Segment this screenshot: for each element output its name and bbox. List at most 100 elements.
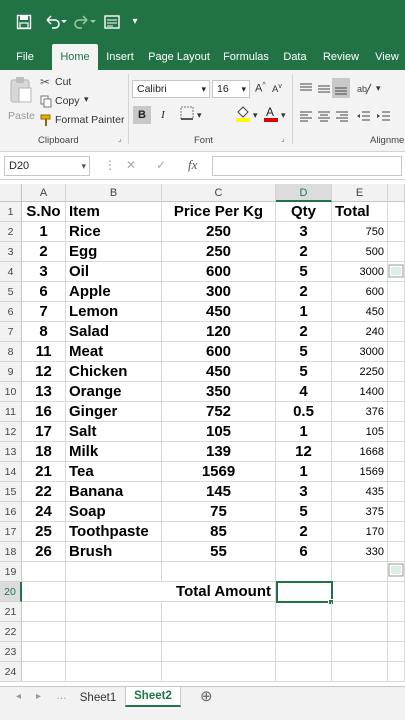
row-header[interactable]: 9 — [0, 362, 22, 382]
qty-cell[interactable]: 5 — [276, 342, 332, 362]
sno-cell[interactable]: 6 — [22, 282, 66, 302]
sno-cell[interactable]: 1 — [22, 222, 66, 242]
add-sheet-icon[interactable]: ⊕ — [200, 687, 213, 705]
cell[interactable] — [388, 242, 405, 262]
row-header[interactable]: 14 — [0, 462, 22, 482]
cell[interactable] — [162, 602, 276, 622]
price-cell[interactable]: 250 — [162, 242, 276, 262]
cell[interactable] — [332, 642, 388, 662]
tab-view[interactable]: View — [370, 44, 404, 70]
price-cell[interactable]: 450 — [162, 302, 276, 322]
undo-icon[interactable] — [44, 14, 68, 30]
more-icon[interactable]: … — [56, 690, 67, 702]
orientation-icon[interactable]: ab — [356, 80, 372, 101]
align-left-icon[interactable] — [298, 110, 314, 128]
cell[interactable] — [162, 622, 276, 642]
row-header[interactable]: 10 — [0, 382, 22, 402]
price-cell[interactable]: 600 — [162, 262, 276, 282]
cell[interactable] — [388, 642, 405, 662]
cell[interactable] — [388, 222, 405, 242]
total-cell[interactable]: 600 — [332, 282, 388, 302]
name-box[interactable]: D20 ▾ — [4, 156, 90, 176]
qty-cell[interactable]: 0.5 — [276, 402, 332, 422]
qty-cell[interactable]: 12 — [276, 442, 332, 462]
total-cell[interactable]: 750 — [332, 222, 388, 242]
cell[interactable] — [22, 562, 66, 582]
cut-button[interactable]: ✂ Cut — [40, 75, 100, 91]
row-header[interactable]: 3 — [0, 242, 22, 262]
sno-cell[interactable]: 7 — [22, 302, 66, 322]
total-cell[interactable]: 240 — [332, 322, 388, 342]
qty-cell[interactable]: 3 — [276, 482, 332, 502]
cell[interactable] — [66, 622, 162, 642]
row-header[interactable]: 23 — [0, 642, 22, 662]
cell[interactable] — [388, 582, 405, 602]
column-title-qty[interactable]: Qty — [276, 202, 332, 222]
cell[interactable] — [388, 302, 405, 322]
cell[interactable] — [388, 602, 405, 622]
total-cell[interactable]: 1569 — [332, 462, 388, 482]
total-cell[interactable]: 375 — [332, 502, 388, 522]
scroll-left-icon[interactable]: ◂ — [16, 691, 21, 702]
price-cell[interactable]: 85 — [162, 522, 276, 542]
total-cell[interactable]: 376 — [332, 402, 388, 422]
qty-cell[interactable]: 1 — [276, 422, 332, 442]
format-painter-button[interactable]: Format Painter — [40, 113, 126, 129]
item-cell[interactable]: Toothpaste — [66, 522, 162, 542]
sno-cell[interactable]: 8 — [22, 322, 66, 342]
tab-home[interactable]: Home — [52, 44, 98, 70]
cell[interactable] — [162, 562, 276, 582]
sno-cell[interactable]: 3 — [22, 262, 66, 282]
column-title-sno[interactable]: S.No — [22, 202, 66, 222]
item-cell[interactable]: Brush — [66, 542, 162, 562]
total-cell[interactable]: 450 — [332, 302, 388, 322]
column-header-b[interactable]: B — [66, 184, 162, 202]
decrease-indent-icon[interactable] — [356, 110, 372, 128]
fill-color-icon[interactable] — [234, 104, 252, 122]
font-size-box[interactable]: 16 ▾ — [212, 80, 250, 98]
cell[interactable] — [388, 282, 405, 302]
tab-page-layout[interactable]: Page Layout — [145, 44, 213, 70]
cell[interactable] — [276, 622, 332, 642]
qty-cell[interactable]: 2 — [276, 242, 332, 262]
cell[interactable] — [388, 542, 405, 562]
qty-cell[interactable]: 1 — [276, 462, 332, 482]
item-cell[interactable]: Meat — [66, 342, 162, 362]
selected-cell-d20[interactable] — [276, 581, 333, 603]
borders-icon[interactable] — [178, 106, 196, 124]
total-cell[interactable]: 1668 — [332, 442, 388, 462]
sno-cell[interactable]: 21 — [22, 462, 66, 482]
scroll-right-icon[interactable]: ▸ — [36, 691, 41, 702]
column-title-total[interactable]: Total — [332, 202, 388, 222]
cell[interactable] — [276, 562, 332, 582]
chevron-down-icon[interactable]: ▾ — [281, 110, 286, 121]
item-cell[interactable]: Egg — [66, 242, 162, 262]
chevron-down-icon[interactable]: ▾ — [376, 83, 381, 94]
tab-formulas[interactable]: Formulas — [218, 44, 274, 70]
cell[interactable] — [66, 562, 162, 582]
row-header[interactable]: 18 — [0, 542, 22, 562]
total-cell[interactable]: 105 — [332, 422, 388, 442]
cell[interactable] — [388, 362, 405, 382]
sno-cell[interactable]: 12 — [22, 362, 66, 382]
price-cell[interactable]: 55 — [162, 542, 276, 562]
item-cell[interactable]: Orange — [66, 382, 162, 402]
cell[interactable] — [388, 462, 405, 482]
clipboard-launcher-icon[interactable]: ⌟ — [118, 134, 122, 143]
row-header[interactable]: 16 — [0, 502, 22, 522]
row-header[interactable]: 13 — [0, 442, 22, 462]
column-header-e[interactable]: E — [332, 184, 388, 202]
price-cell[interactable]: 250 — [162, 222, 276, 242]
row-header[interactable]: 20 — [0, 582, 22, 602]
cell[interactable] — [388, 502, 405, 522]
paste-options-icon[interactable] — [388, 264, 404, 283]
item-cell[interactable]: Tea — [66, 462, 162, 482]
align-middle-icon[interactable] — [316, 82, 332, 101]
price-cell[interactable]: 105 — [162, 422, 276, 442]
row-header[interactable]: 22 — [0, 622, 22, 642]
cell[interactable] — [66, 582, 162, 602]
row-header[interactable]: 8 — [0, 342, 22, 362]
cell[interactable] — [388, 402, 405, 422]
cell[interactable] — [22, 642, 66, 662]
total-cell[interactable]: 330 — [332, 542, 388, 562]
